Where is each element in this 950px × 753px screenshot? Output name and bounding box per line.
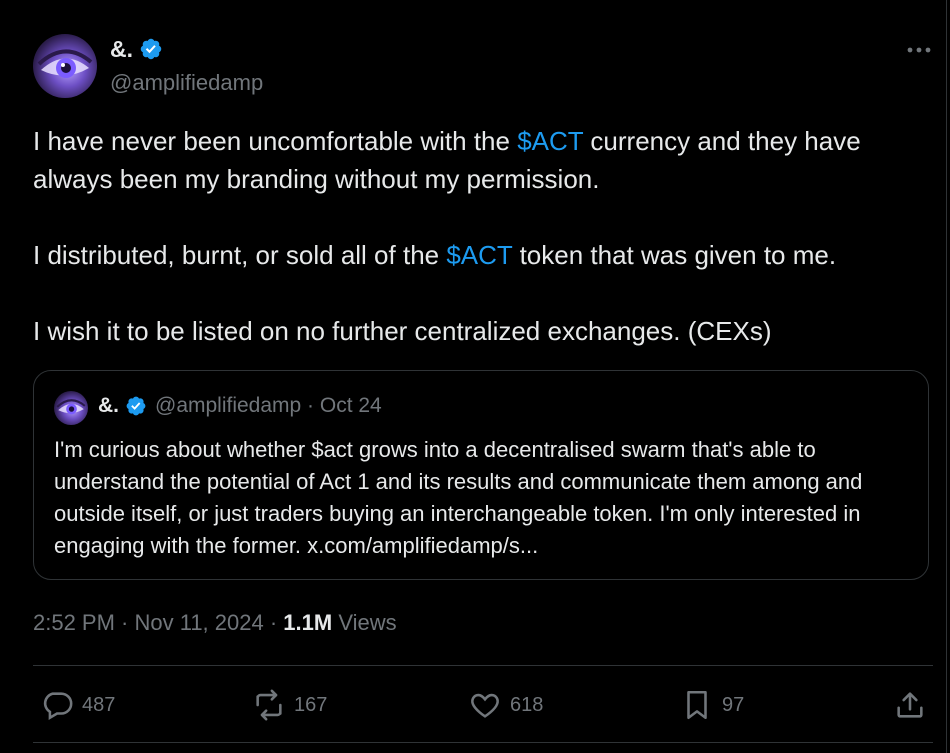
cashtag-link[interactable]: $ACT xyxy=(446,240,512,270)
display-name[interactable]: &. xyxy=(110,36,133,63)
divider xyxy=(33,665,933,666)
repost-button[interactable]: 167 xyxy=(252,688,327,722)
quote-avatar[interactable] xyxy=(54,391,88,425)
reply-icon xyxy=(43,692,73,721)
bookmark-icon xyxy=(687,690,707,720)
reply-count: 487 xyxy=(82,693,116,716)
author-handle[interactable]: @amplifiedamp xyxy=(110,70,263,96)
verified-badge-icon xyxy=(140,38,162,60)
bookmark-count: 97 xyxy=(722,693,745,716)
divider xyxy=(33,742,933,743)
quote-header: &. @amplifiedamp · Oct 24 xyxy=(98,394,382,418)
avatar[interactable] xyxy=(33,34,97,98)
like-count: 618 xyxy=(510,693,544,716)
repost-icon xyxy=(256,689,282,721)
views-label: Views xyxy=(332,610,397,635)
tweet-text: I have never been uncomfortable with the… xyxy=(33,122,928,350)
reply-button[interactable]: 487 xyxy=(40,688,115,722)
quote-text: I'm curious about whether $act grows int… xyxy=(54,437,863,558)
like-icon xyxy=(471,693,499,718)
tweet-paragraph-3: I wish it to be listed on no further cen… xyxy=(33,316,772,346)
share-icon xyxy=(897,692,923,718)
tweet-meta: 2:52 PM · Nov 11, 2024 · 1.1M Views xyxy=(33,610,397,636)
views-count: 1.1M xyxy=(283,610,333,635)
quote-display-name[interactable]: &. xyxy=(98,394,119,418)
verified-badge-icon xyxy=(126,396,146,416)
bookmark-button[interactable]: 97 xyxy=(680,688,744,722)
column-border xyxy=(946,0,947,753)
repost-count: 167 xyxy=(294,693,328,716)
more-icon[interactable] xyxy=(905,36,933,64)
tweet-paragraph-1: I have never been uncomfortable with the… xyxy=(33,126,861,194)
like-button[interactable]: 618 xyxy=(468,688,543,722)
quote-tweet-card[interactable]: &. @amplifiedamp · Oct 24 I'm curious ab… xyxy=(33,370,929,580)
cashtag-link[interactable]: $ACT xyxy=(517,126,583,156)
quote-meta: @amplifiedamp · Oct 24 xyxy=(155,394,382,417)
timestamp[interactable]: 2:52 PM · Nov 11, 2024 · xyxy=(33,610,283,635)
tweet-paragraph-2: I distributed, burnt, or sold all of the… xyxy=(33,240,837,270)
share-button[interactable] xyxy=(893,688,927,722)
